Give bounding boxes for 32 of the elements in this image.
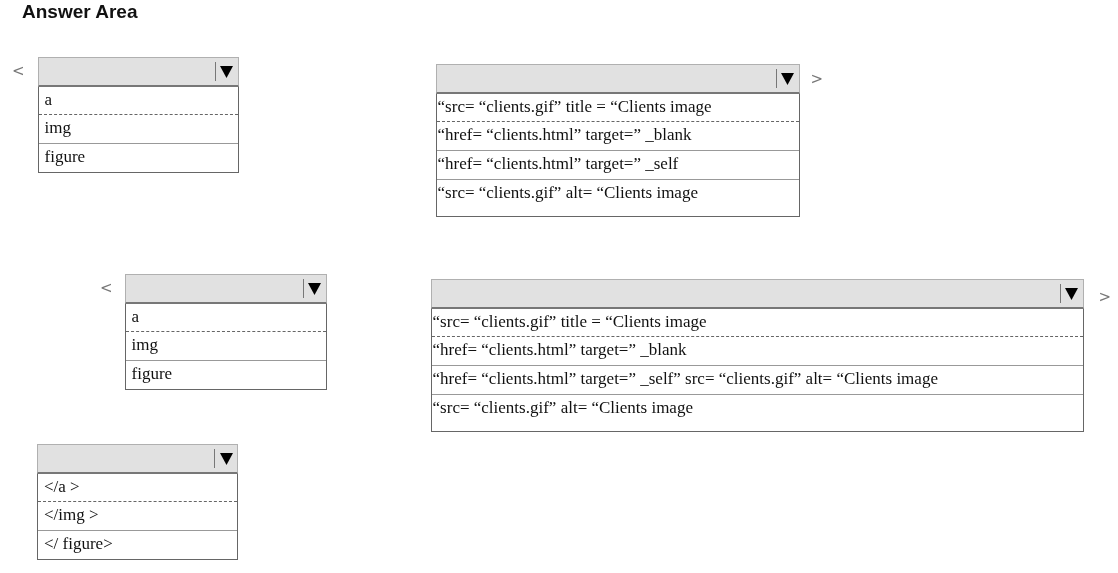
dropdown-option[interactable]: “href= “clients.html” target=” _blank xyxy=(436,122,799,150)
dropdown-arrow-icon xyxy=(781,72,795,85)
dropdown-option[interactable]: “src= “clients.gif” alt= “Clients image xyxy=(431,394,1083,431)
dropdown-option[interactable]: “href= “clients.html” target=” _self” src= “clients.gif” alt= “Clients image xyxy=(431,365,1083,394)
bracket-text: < xyxy=(100,281,113,296)
bracket-text: < xyxy=(12,64,25,79)
bracket-text: > xyxy=(810,72,824,87)
dropdown-option[interactable]: </img > xyxy=(38,502,237,530)
dropdown-option[interactable]: a xyxy=(38,87,238,115)
bracket-text: > xyxy=(1098,290,1112,305)
dropdown-option[interactable]: “href= “clients.html” target=” _self xyxy=(436,150,799,179)
dropdown-option[interactable]: “src= “clients.gif” alt= “Clients image xyxy=(436,179,799,216)
dropdown-arrow-icon xyxy=(1065,287,1079,300)
dropdown-option[interactable]: “src= “clients.gif” title = “Clients image xyxy=(436,94,799,122)
section-title: Answer Area xyxy=(22,1,139,24)
dropdown[interactable] xyxy=(435,64,800,94)
dropdown-option[interactable]: a xyxy=(125,304,326,332)
dropdown[interactable] xyxy=(124,274,327,304)
dropdown-option[interactable]: “src= “clients.gif” title = “Clients image xyxy=(431,309,1083,337)
dropdown-option[interactable]: img xyxy=(125,332,326,360)
dropdown-option[interactable]: img xyxy=(38,115,238,143)
dropdown-option[interactable]: </ figure> xyxy=(38,530,237,559)
dropdown-option[interactable]: figure xyxy=(38,143,238,172)
dropdown[interactable] xyxy=(37,444,238,474)
dropdown-arrow-icon xyxy=(219,452,233,465)
dropdown-option[interactable]: </a > xyxy=(38,474,237,502)
dropdown[interactable] xyxy=(37,57,239,87)
dropdown-arrow-icon xyxy=(220,65,234,78)
dropdown-arrow-icon xyxy=(308,282,322,295)
dropdown-option[interactable]: figure xyxy=(125,360,326,389)
dropdown-option[interactable]: “href= “clients.html” target=” _blank xyxy=(431,337,1083,365)
dropdown[interactable] xyxy=(430,279,1084,309)
